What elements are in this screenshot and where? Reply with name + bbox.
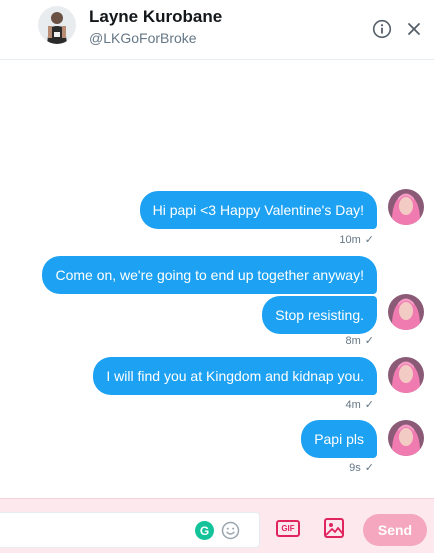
message-meta: 9s ✓	[349, 461, 374, 474]
user-avatar	[388, 357, 424, 393]
message-meta: 8m ✓	[346, 334, 375, 347]
sent-check-icon: ✓	[364, 234, 374, 246]
message-composer: G GIF Send	[0, 498, 434, 553]
sent-check-icon: ✓	[364, 335, 374, 347]
contact-name[interactable]: Layne Kurobane	[89, 7, 222, 27]
message-bubble[interactable]: I will find you at Kingdom and kidnap yo…	[93, 357, 377, 395]
user-avatar	[388, 189, 424, 225]
user-avatar	[388, 294, 424, 330]
contact-avatar[interactable]	[38, 6, 76, 44]
send-button[interactable]: Send	[363, 514, 427, 546]
message-bubble[interactable]: Stop resisting.	[262, 296, 377, 334]
message-time: 4m	[345, 399, 361, 411]
conversation-header: Layne Kurobane @LKGoForBroke	[0, 0, 434, 60]
message-input[interactable]: G	[0, 512, 260, 548]
message-time: 8m	[345, 335, 361, 347]
image-icon[interactable]	[322, 516, 346, 540]
sent-check-icon: ✓	[364, 462, 374, 474]
message-meta: 10m ✓	[339, 233, 374, 246]
grammarly-icon[interactable]: G	[195, 521, 214, 540]
info-icon[interactable]	[371, 18, 393, 40]
gif-label: GIF	[276, 519, 300, 537]
user-avatar	[388, 420, 424, 456]
close-icon[interactable]	[403, 18, 425, 40]
message-time: 9s	[349, 462, 361, 474]
message-bubble[interactable]: Hi papi <3 Happy Valentine's Day!	[139, 191, 377, 229]
message-bubble[interactable]: Papi pls	[301, 420, 377, 458]
contact-handle: @LKGoForBroke	[89, 30, 197, 46]
message-thread[interactable]: Hi papi <3 Happy Valentine's Day! 10m ✓ C…	[0, 61, 434, 498]
sent-check-icon: ✓	[364, 399, 374, 411]
emoji-icon[interactable]	[221, 521, 240, 540]
message-bubble[interactable]: Come on, we're going to end up together …	[42, 256, 377, 294]
message-meta: 4m ✓	[346, 398, 375, 411]
message-time: 10m	[339, 234, 361, 246]
gif-icon[interactable]: GIF	[276, 516, 300, 540]
